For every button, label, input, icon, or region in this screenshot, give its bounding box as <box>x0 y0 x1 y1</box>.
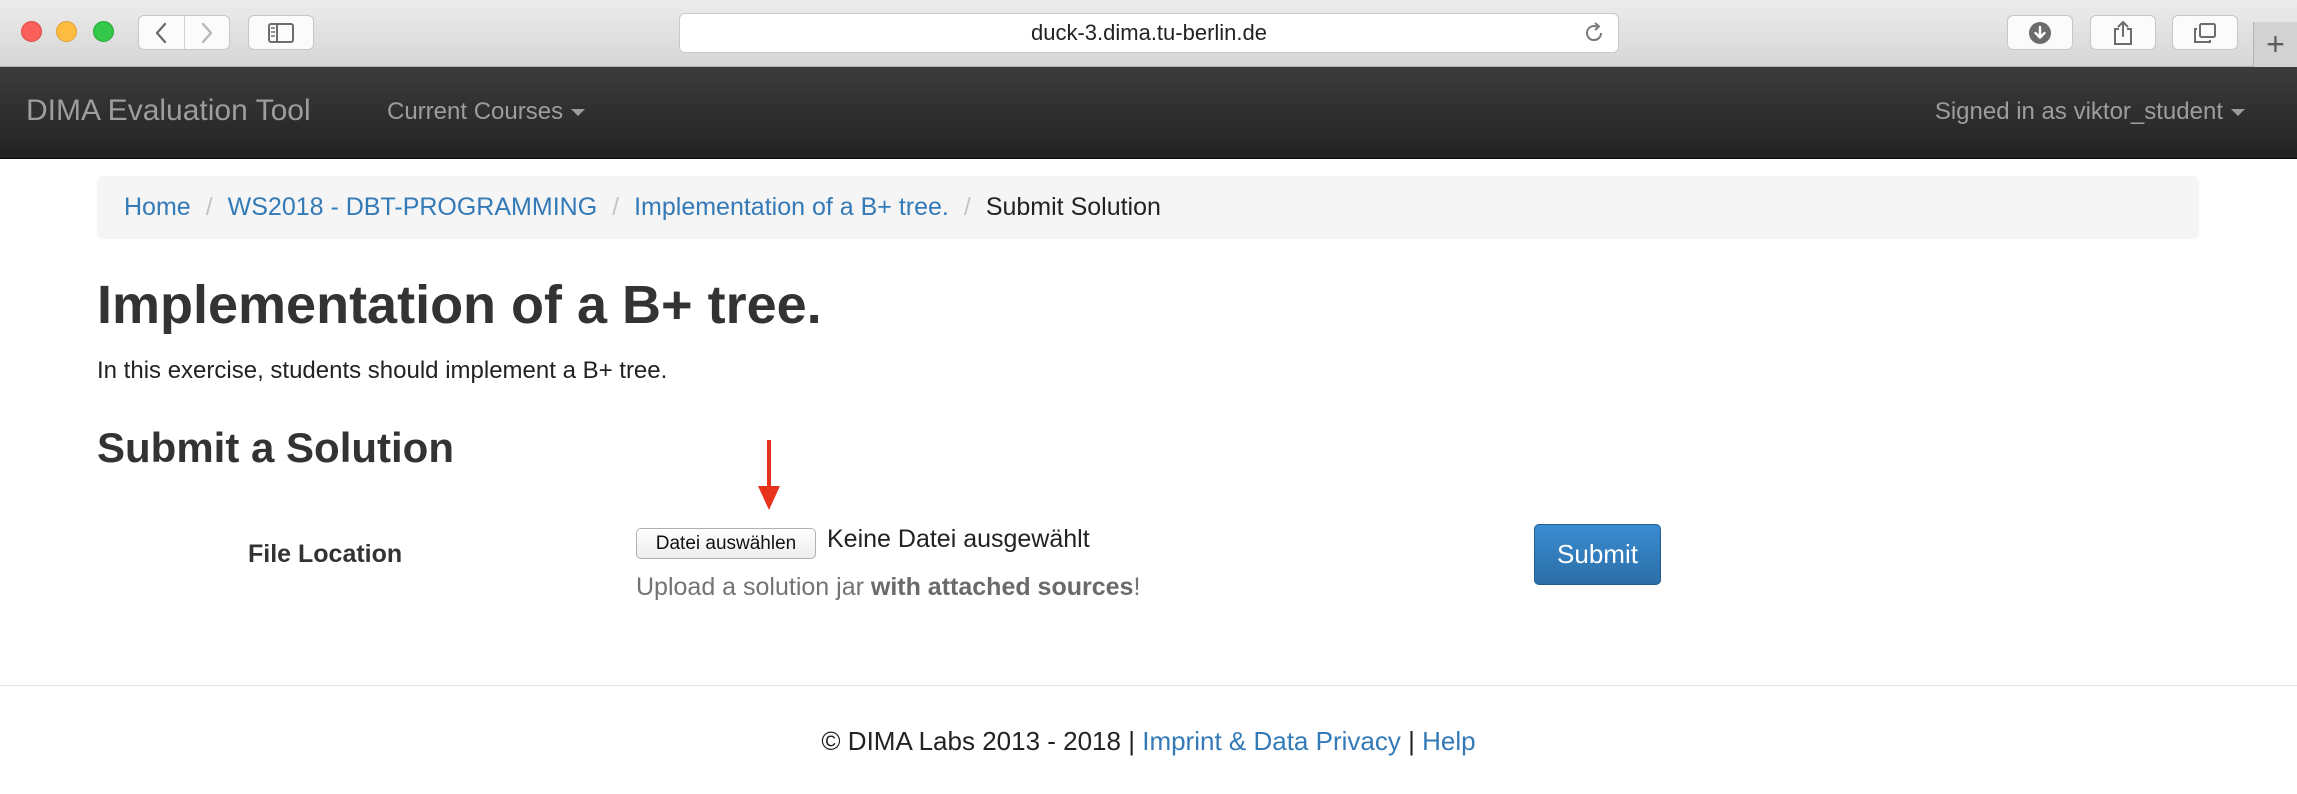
user-menu-dropdown[interactable]: Signed in as viktor_student <box>1935 98 2245 126</box>
caret-down-icon <box>571 109 586 117</box>
breadcrumb-course[interactable]: WS2018 - DBT-PROGRAMMING <box>228 193 598 222</box>
breadcrumb-separator: / <box>963 193 971 221</box>
imprint-link[interactable]: Imprint & Data Privacy <box>1142 726 1401 756</box>
tab-overview-button[interactable] <box>2172 15 2238 50</box>
footer-separator: | <box>1128 726 1135 756</box>
reload-icon[interactable] <box>1582 21 1606 45</box>
window-close-button[interactable] <box>21 21 42 42</box>
top-navbar: DIMA Evaluation Tool Current Courses Sig… <box>0 67 2297 159</box>
breadcrumb-home[interactable]: Home <box>124 193 191 222</box>
history-nav-group <box>138 15 230 50</box>
forward-button[interactable] <box>183 16 229 49</box>
address-bar-url: duck-3.dima.tu-berlin.de <box>1030 20 1267 45</box>
downloads-button[interactable] <box>2007 15 2073 50</box>
sidebar-icon <box>268 22 294 43</box>
footer-copyright: © DIMA Labs 2013 - 2018 <box>821 726 1121 756</box>
sidebar-toggle-button[interactable] <box>248 15 314 50</box>
footer-separator: | <box>1408 726 1415 756</box>
breadcrumb: Home / WS2018 - DBT-PROGRAMMING / Implem… <box>97 176 2199 239</box>
breadcrumb-active: Submit Solution <box>985 193 1161 221</box>
current-courses-label: Current Courses <box>387 98 564 125</box>
new-tab-button[interactable]: + <box>2253 22 2297 67</box>
footer: © DIMA Labs 2013 - 2018 | Imprint & Data… <box>0 726 2297 757</box>
brand-link[interactable]: DIMA Evaluation Tool <box>26 94 311 128</box>
window-zoom-button[interactable] <box>93 21 114 42</box>
submit-button[interactable]: Submit <box>1534 524 1661 585</box>
help-text-suffix: ! <box>1133 573 1141 601</box>
breadcrumb-separator: / <box>205 193 213 221</box>
file-location-label: File Location <box>248 540 403 568</box>
help-text-prefix: Upload a solution jar <box>636 573 871 601</box>
section-title: Submit a Solution <box>97 424 454 471</box>
share-button[interactable] <box>2090 15 2156 50</box>
back-button[interactable] <box>139 16 184 49</box>
breadcrumb-separator: / <box>612 193 620 221</box>
browser-titlebar: duck-3.dima.tu-berlin.de + <box>0 0 2297 67</box>
current-courses-dropdown[interactable]: Current Courses <box>387 98 586 126</box>
help-link[interactable]: Help <box>1422 726 1475 756</box>
upload-help-text: Upload a solution jar with attached sour… <box>636 573 1140 602</box>
footer-divider <box>0 685 2297 686</box>
breadcrumb-exercise[interactable]: Implementation of a B+ tree. <box>634 193 949 222</box>
share-icon <box>2114 20 2132 45</box>
tabs-icon <box>2194 22 2216 43</box>
help-text-bold: with attached sources <box>870 573 1134 601</box>
address-bar[interactable]: duck-3.dima.tu-berlin.de <box>679 13 1619 53</box>
caret-down-icon <box>2231 109 2245 117</box>
download-icon <box>2029 21 2051 44</box>
page-title: Implementation of a B+ tree. <box>97 275 822 335</box>
chevron-left-icon <box>156 22 167 43</box>
user-menu-label: Signed in as viktor_student <box>1934 98 2223 125</box>
annotation-arrow-icon <box>758 440 780 510</box>
exercise-description: In this exercise, students should implem… <box>97 357 668 384</box>
chevron-right-icon <box>201 22 213 43</box>
choose-file-button[interactable]: Datei auswählen <box>636 528 816 559</box>
window-minimize-button[interactable] <box>56 21 77 42</box>
file-status-text: Keine Datei ausgewählt <box>827 525 1090 553</box>
